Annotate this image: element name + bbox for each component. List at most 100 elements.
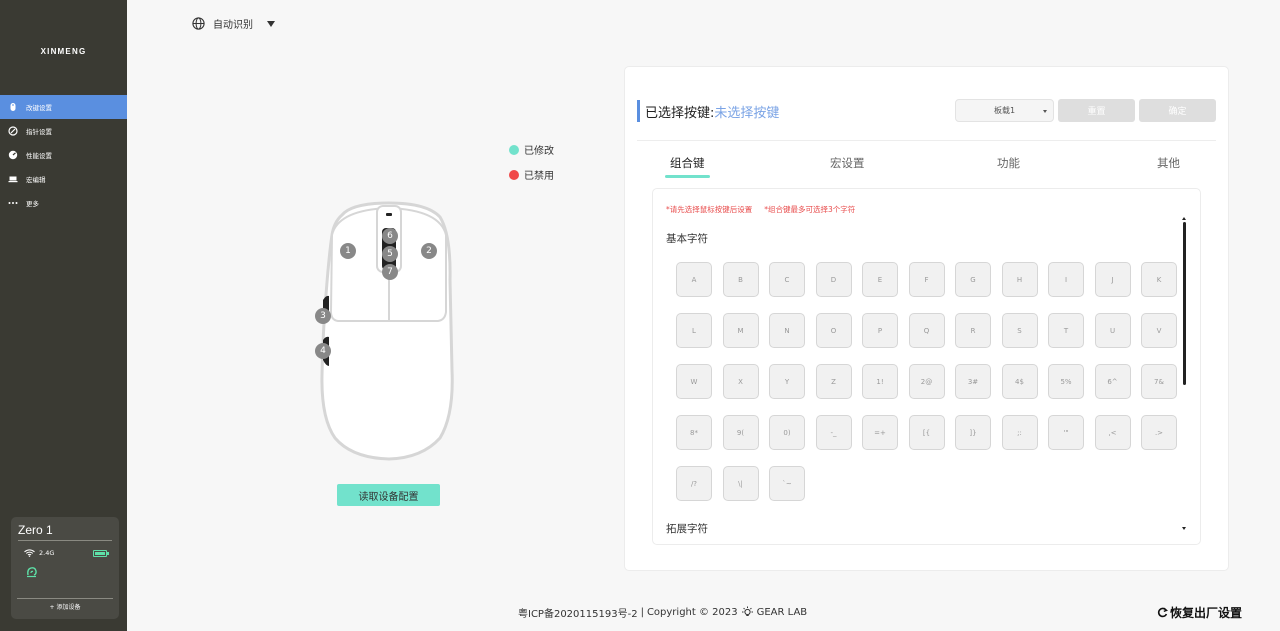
key-button[interactable]: R [955, 313, 991, 348]
mouse-button-4[interactable]: 4 [315, 343, 331, 359]
selected-key-value: 未选择按键 [714, 105, 780, 121]
tab-macro-settings[interactable]: 宏设置 [830, 155, 865, 171]
more-icon [8, 198, 18, 208]
pointer-icon [8, 126, 18, 136]
key-button[interactable]: 3# [955, 364, 991, 399]
key-button[interactable]: 4$ [1001, 364, 1038, 399]
key-button[interactable]: 9( [722, 415, 759, 450]
sidebar-item-more[interactable]: 更多 [0, 191, 127, 215]
key-button[interactable]: K [1141, 262, 1177, 297]
mouse-button-2[interactable]: 2 [421, 243, 437, 259]
key-button[interactable]: `~ [769, 466, 805, 501]
tab-other[interactable]: 其他 [1157, 155, 1180, 171]
key-button[interactable]: J [1094, 262, 1131, 297]
key-button[interactable]: 2@ [908, 364, 945, 399]
key-button[interactable]: S [1001, 313, 1038, 348]
key-button[interactable]: 1! [862, 364, 898, 399]
key-button[interactable]: ;: [1001, 415, 1038, 450]
key-button[interactable]: 0) [769, 415, 805, 450]
mouse-button-6[interactable]: 6 [382, 228, 398, 244]
key-button[interactable]: [{ [908, 415, 945, 450]
factory-reset-button[interactable]: 恢复出厂设置 [1157, 604, 1242, 621]
device-status-row: 2.4G [18, 549, 112, 557]
sidebar-item-pointer-settings[interactable]: 指针设置 [0, 119, 127, 143]
mouse-button-3[interactable]: 3 [315, 308, 331, 324]
key-button[interactable]: =+ [862, 415, 898, 450]
key-button[interactable]: B [722, 262, 759, 297]
scroll-down-icon[interactable] [1182, 527, 1186, 530]
device-name: Zero 1 [18, 523, 112, 541]
sidebar: XINMENG 改键设置 指针设置 性能设置 宏编辑 更多 Zero 1 2.4… [0, 0, 127, 631]
key-button[interactable]: C [769, 262, 805, 297]
language-label: 自动识别 [213, 20, 253, 31]
scroll-up-icon[interactable] [1182, 217, 1186, 220]
key-button[interactable]: U [1094, 313, 1131, 348]
disabled-dot [509, 169, 519, 180]
key-button[interactable]: O [815, 313, 852, 348]
profile-select-value: 板载1 [993, 106, 1016, 115]
key-button[interactable]: D [815, 262, 852, 297]
key-button[interactable]: '" [1048, 415, 1084, 450]
key-button[interactable]: W [676, 364, 712, 399]
read-device-config-button[interactable]: 读取设备配置 [337, 484, 440, 506]
key-button[interactable]: X [722, 364, 759, 399]
bulb-icon [741, 606, 753, 616]
tab-function[interactable]: 功能 [997, 155, 1020, 171]
mouse-button-1[interactable]: 1 [340, 243, 356, 259]
tab-combo-keys[interactable]: 组合键 [670, 155, 705, 171]
legend-disabled: 已禁用 [509, 162, 554, 187]
key-button[interactable]: 6^ [1094, 364, 1131, 399]
key-button[interactable]: Y [769, 364, 805, 399]
footer-brand: GEAR LAB [756, 607, 808, 618]
language-selector[interactable]: 自动识别 [192, 16, 275, 31]
mouse-button-7[interactable]: 7 [382, 264, 398, 280]
key-button[interactable]: ,< [1094, 415, 1131, 450]
key-button[interactable]: 8* [676, 415, 712, 450]
sidebar-item-label: 性能设置 [26, 152, 52, 160]
basic-chars-title: 基本字符 [666, 233, 708, 245]
key-button[interactable]: H [1001, 262, 1038, 297]
icp-number: 粤ICP备2020115193号-2 [518, 609, 638, 620]
profile-select[interactable]: 板载1 [955, 99, 1054, 122]
key-button[interactable]: 5% [1048, 364, 1084, 399]
key-button[interactable]: Z [815, 364, 852, 399]
status-legend: 已修改 已禁用 [509, 137, 554, 187]
device-card[interactable]: Zero 1 2.4G + 添加设备 [11, 517, 119, 619]
sidebar-item-key-settings[interactable]: 改键设置 [0, 95, 127, 119]
key-button[interactable]: 7& [1141, 364, 1177, 399]
combo-key-content: *请先选择鼠标按键后设置 *组合键最多可选择3个字符 基本字符 ABCDEFGH… [652, 188, 1201, 545]
sidebar-item-macro-editor[interactable]: 宏编辑 [0, 167, 127, 191]
scrollbar-thumb[interactable] [1183, 222, 1186, 385]
keyboard-icon [8, 174, 18, 184]
mouse-button-5[interactable]: 5 [382, 246, 398, 262]
chevron-down-icon [1043, 110, 1047, 113]
key-button[interactable]: F [908, 262, 945, 297]
key-button[interactable]: M [722, 313, 759, 348]
sidebar-item-label: 更多 [26, 200, 39, 208]
key-button[interactable]: .> [1141, 415, 1177, 450]
reset-button[interactable]: 重置 [1058, 99, 1135, 122]
legend-modified-label: 已修改 [524, 146, 554, 157]
key-button[interactable]: N [769, 313, 805, 348]
copyright: Copyright © 2023 [646, 607, 738, 618]
brand-logo: XINMENG [40, 47, 87, 56]
active-tab-indicator [665, 175, 710, 178]
key-button[interactable]: E [862, 262, 898, 297]
factory-reset-label: 恢复出厂设置 [1170, 606, 1243, 620]
confirm-button[interactable]: 确定 [1139, 99, 1216, 122]
legend-modified: 已修改 [509, 137, 554, 162]
key-button[interactable]: Q [908, 313, 945, 348]
key-button[interactable]: T [1048, 313, 1084, 348]
key-button[interactable]: /? [676, 466, 712, 501]
key-button[interactable]: I [1048, 262, 1084, 297]
sidebar-item-performance-settings[interactable]: 性能设置 [0, 143, 127, 167]
key-button[interactable]: G [955, 262, 991, 297]
key-button[interactable]: V [1141, 313, 1177, 348]
key-button[interactable]: P [862, 313, 898, 348]
key-button[interactable]: L [676, 313, 712, 348]
add-device-button[interactable]: + 添加设备 [17, 598, 113, 611]
key-button[interactable]: ]} [955, 415, 991, 450]
key-button[interactable]: \| [722, 466, 759, 501]
key-button[interactable]: A [676, 262, 712, 297]
key-button[interactable]: -_ [815, 415, 852, 450]
